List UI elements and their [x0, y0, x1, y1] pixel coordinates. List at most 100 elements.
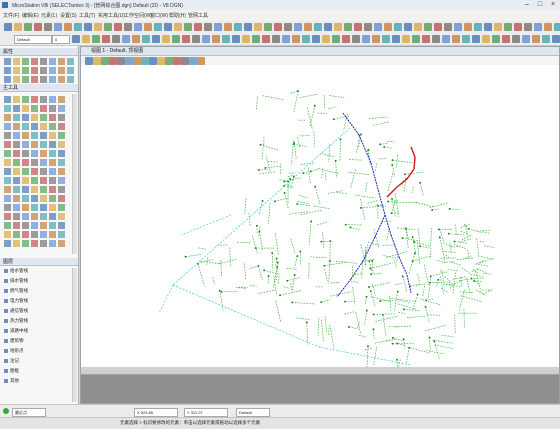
toolbar-tool-icon[interactable]: [324, 23, 332, 31]
palette-tool-icon[interactable]: [22, 67, 29, 74]
palette-tool-icon[interactable]: [40, 132, 47, 139]
palette-tool-icon[interactable]: [58, 204, 65, 211]
layer-tree-item[interactable]: 建筑物: [4, 338, 24, 344]
palette-tool-icon[interactable]: [4, 150, 11, 157]
palette-tool-icon[interactable]: [22, 204, 29, 211]
palette-tool-icon[interactable]: [22, 159, 29, 166]
palette-tool-icon[interactable]: [40, 222, 47, 229]
palette-tool-icon[interactable]: [49, 150, 56, 157]
toolbar-tool-icon[interactable]: [125, 57, 133, 65]
palette-tool-icon[interactable]: [13, 150, 20, 157]
toolbar-tool-icon[interactable]: [224, 23, 232, 31]
palette-tool-icon[interactable]: [58, 114, 65, 121]
minimize-button[interactable]: –: [522, 1, 532, 9]
toolbar-tool-icon[interactable]: [124, 23, 132, 31]
palette-tool-icon[interactable]: [22, 231, 29, 238]
palette-tool-icon[interactable]: [4, 76, 11, 83]
palette-tool-icon[interactable]: [13, 231, 20, 238]
palette-tool-icon[interactable]: [49, 204, 56, 211]
palette-tool-icon[interactable]: [58, 195, 65, 202]
toolbar-tool-icon[interactable]: [484, 23, 492, 31]
palette-tool-icon[interactable]: [58, 150, 65, 157]
toolbar-tool-icon[interactable]: [101, 57, 109, 65]
palette-tool-icon[interactable]: [40, 96, 47, 103]
menu-window[interactable]: 窗口(W): [150, 12, 168, 19]
toolbar-tool-icon[interactable]: [54, 23, 62, 31]
palette-tool-icon[interactable]: [4, 204, 11, 211]
toolbar-tool-icon[interactable]: [214, 23, 222, 31]
palette-tool-icon[interactable]: [31, 186, 38, 193]
palette-tool-icon[interactable]: [58, 177, 65, 184]
layer-tree-item[interactable]: 热力管线: [4, 318, 28, 324]
toolbar-tool-icon[interactable]: [134, 23, 142, 31]
palette-tool-icon[interactable]: [58, 132, 65, 139]
palette-tool-icon[interactable]: [4, 240, 11, 247]
palette-tool-icon[interactable]: [31, 76, 38, 83]
toolbar-tool-icon[interactable]: [464, 23, 472, 31]
palette-tool-icon[interactable]: [13, 67, 20, 74]
layer-tree-item[interactable]: 燃气管线: [4, 288, 28, 294]
drawing-canvas[interactable]: [81, 65, 559, 367]
palette-tool-icon[interactable]: [49, 195, 56, 202]
palette-tool-icon[interactable]: [49, 58, 56, 65]
toolbar-tool-icon[interactable]: [414, 23, 422, 31]
toolbar-tool-icon[interactable]: [202, 35, 210, 43]
toolbar-tool-icon[interactable]: [192, 35, 200, 43]
palette-tool-icon[interactable]: [31, 168, 38, 175]
toolbar-tool-icon[interactable]: [24, 23, 32, 31]
palette-tool-icon[interactable]: [49, 132, 56, 139]
palette-tool-icon[interactable]: [4, 96, 11, 103]
toolbar-tool-icon[interactable]: [244, 23, 252, 31]
layer-tree-item[interactable]: 排水管线: [4, 278, 28, 284]
tools-scrollbar[interactable]: [72, 94, 77, 254]
toolbar-tool-icon[interactable]: [384, 23, 392, 31]
palette-tool-icon[interactable]: [58, 141, 65, 148]
toolbar-tool-icon[interactable]: [372, 35, 380, 43]
palette-tool-icon[interactable]: [22, 150, 29, 157]
palette-tool-icon[interactable]: [49, 177, 56, 184]
toolbar-tool-icon[interactable]: [392, 35, 400, 43]
palette-tool-icon[interactable]: [40, 76, 47, 83]
toolbar-tool-icon[interactable]: [14, 23, 22, 31]
palette-tool-icon[interactable]: [49, 213, 56, 220]
toolbar-tool-icon[interactable]: [532, 35, 540, 43]
palette-tool-icon[interactable]: [13, 204, 20, 211]
toolbar-tool-icon[interactable]: [302, 35, 310, 43]
palette-tool-icon[interactable]: [13, 96, 20, 103]
toolbar-tool-icon[interactable]: [542, 35, 550, 43]
palette-tool-icon[interactable]: [22, 105, 29, 112]
palette-tool-icon[interactable]: [40, 231, 47, 238]
layer-tree-item[interactable]: 给水管线: [4, 268, 28, 274]
toolbar-tool-icon[interactable]: [93, 57, 101, 65]
toolbar-tool-icon[interactable]: [165, 57, 173, 65]
toolbar-tool-icon[interactable]: [432, 35, 440, 43]
palette-tool-icon[interactable]: [31, 141, 38, 148]
palette-tool-icon[interactable]: [4, 168, 11, 175]
toolbar-tool-icon[interactable]: [284, 23, 292, 31]
palette-tool-icon[interactable]: [13, 186, 20, 193]
palette-tool-icon[interactable]: [49, 168, 56, 175]
palette-tool-icon[interactable]: [49, 231, 56, 238]
palette-tool-icon[interactable]: [49, 105, 56, 112]
palette-tool-icon[interactable]: [58, 159, 65, 166]
palette-tool-icon[interactable]: [40, 123, 47, 130]
palette-tool-icon[interactable]: [4, 177, 11, 184]
palette-tool-icon[interactable]: [13, 177, 20, 184]
palette-tool-icon[interactable]: [22, 195, 29, 202]
palette-tool-icon[interactable]: [4, 67, 11, 74]
palette-tool-icon[interactable]: [13, 58, 20, 65]
palette-tool-icon[interactable]: [31, 123, 38, 130]
palette-tool-icon[interactable]: [58, 222, 65, 229]
menu-tools[interactable]: 工具(T): [79, 12, 95, 19]
palette-tool-icon[interactable]: [31, 105, 38, 112]
palette-tool-icon[interactable]: [49, 222, 56, 229]
toolbar-tool-icon[interactable]: [64, 23, 72, 31]
toolbar-tool-icon[interactable]: [494, 23, 502, 31]
palette-tool-icon[interactable]: [31, 150, 38, 157]
toolbar-tool-icon[interactable]: [282, 35, 290, 43]
palette-tool-icon[interactable]: [40, 141, 47, 148]
palette-tool-icon[interactable]: [4, 58, 11, 65]
palette-tool-icon[interactable]: [22, 123, 29, 130]
toolbar-tool-icon[interactable]: [534, 23, 542, 31]
layer-tree-item[interactable]: 道路中线: [4, 328, 28, 334]
